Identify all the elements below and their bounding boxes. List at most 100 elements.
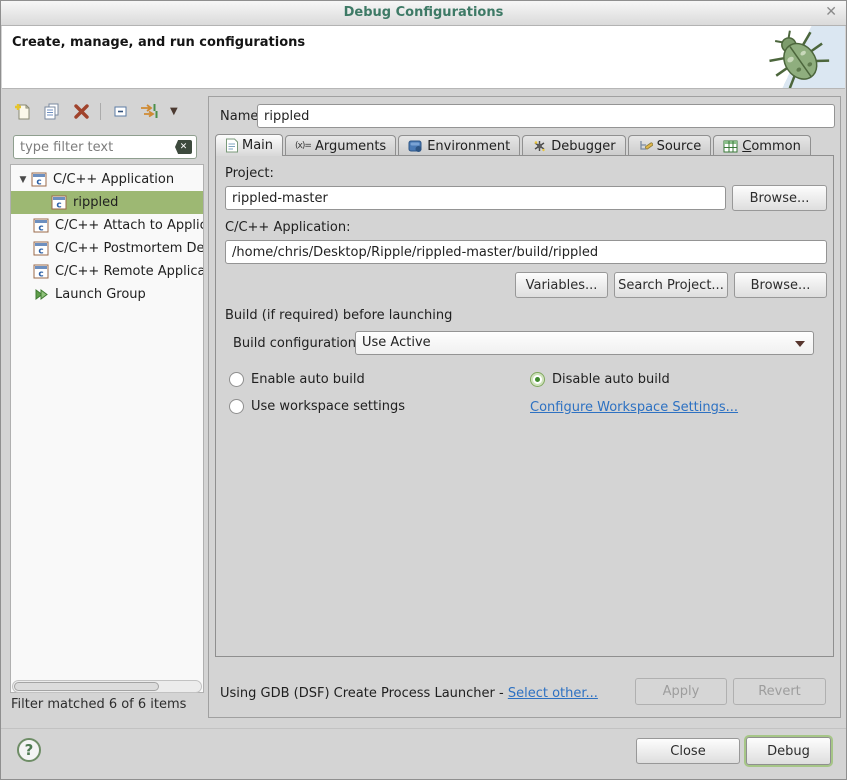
radio-icon[interactable] [229,399,244,414]
debug-bug-icon [759,28,837,88]
svg-text:c: c [36,178,41,188]
dialog-description: Create, manage, and run configurations [12,35,305,50]
scrollbar-thumb[interactable] [14,682,159,691]
project-input[interactable] [225,186,726,210]
browse-project-button[interactable]: Browse... [732,185,827,211]
dialog-header: Create, manage, and run configurations [2,26,845,89]
environment-icon [408,139,423,153]
revert-button[interactable]: Revert [733,678,826,705]
duplicate-configuration-icon[interactable] [42,101,62,121]
filter-input[interactable] [13,135,197,159]
tree-item-label: C/C++ Attach to Application [55,218,203,233]
project-label: Project: [225,166,274,181]
svg-text:c: c [38,224,43,234]
footer-divider [1,728,846,729]
radio-enable-auto-build[interactable]: Enable auto build [229,372,365,387]
launcher-info: Using GDB (DSF) Create Process Launcher … [220,686,598,701]
collapse-all-icon[interactable] [110,101,130,121]
toolbar-separator [100,103,101,120]
radio-label: Disable auto build [552,372,670,387]
tree-item-label: C/C++ Application [53,172,174,187]
build-configuration-value: Use Active [362,335,431,350]
tab-environment[interactable]: Environment [398,135,520,156]
title-bar: Debug Configurations ✕ [1,1,846,26]
new-configuration-icon[interactable] [13,101,33,121]
tab-label: Environment [427,139,510,154]
main-tab-file-icon [225,138,238,153]
c-application-icon: c [33,218,49,233]
variables-button[interactable]: Variables... [515,272,608,298]
window-title: Debug Configurations [1,1,846,25]
tree-item-cpp-postmortem[interactable]: c C/C++ Postmortem Debugger [11,237,203,260]
apply-button[interactable]: Apply [635,678,727,705]
debug-configurations-dialog: Debug Configurations ✕ Create, manage, a… [0,0,847,780]
filter-field-wrap: ✕ [13,135,197,159]
c-application-icon: c [33,264,49,279]
help-icon[interactable]: ? [17,738,41,762]
build-configuration-label: Build configuration: [233,336,360,351]
tab-bar: Main (x)= Arguments Environment [215,134,813,156]
tab-debugger[interactable]: Debugger [522,135,625,156]
arguments-icon: (x)= [295,141,311,151]
tree-item-label: C/C++ Postmortem Debugger [55,241,203,256]
radio-selected-icon[interactable] [530,372,545,387]
svg-text:c: c [38,247,43,257]
filter-configurations-icon[interactable] [139,101,159,121]
combo-dropdown-icon [795,341,805,347]
radio-disable-auto-build[interactable]: Disable auto build [530,372,670,387]
select-other-link[interactable]: Select other... [508,686,598,701]
configurations-toolbar: ▼ [13,100,180,122]
tree-item-label: rippled [73,195,118,210]
delete-configuration-icon[interactable] [71,101,91,121]
tree-item-label: C/C++ Remote Application [55,264,203,279]
tab-common[interactable]: Common [713,135,811,156]
configuration-editor-panel: Name: Main (x)= Arguments [208,96,841,718]
tab-label: Common [742,139,801,154]
launcher-text: Using GDB (DSF) Create Process Launcher … [220,686,508,701]
browse-application-button[interactable]: Browse... [734,272,827,298]
svg-text:c: c [56,201,61,211]
tab-label: Main [242,138,273,153]
debug-button[interactable]: Debug [746,737,831,765]
configurations-tree: ▼ c C/C++ Application c rippled [10,164,204,693]
debugger-icon [532,139,547,153]
svg-text:c: c [38,270,43,280]
c-application-icon: c [31,172,47,187]
source-icon [638,139,653,153]
tab-main[interactable]: Main [215,134,283,156]
build-configuration-select[interactable]: Use Active [355,331,814,355]
tree-item-cpp-remote[interactable]: c C/C++ Remote Application [11,260,203,283]
filter-clear-icon[interactable]: ✕ [175,140,192,154]
close-button[interactable]: Close [636,738,740,764]
c-application-icon: c [51,195,67,210]
common-table-icon [723,140,738,153]
build-section-label: Build (if required) before launching [225,308,452,323]
tree-item-cpp-application[interactable]: ▼ c C/C++ Application [11,168,203,191]
cpp-application-label: C/C++ Application: [225,220,350,235]
tab-label: Arguments [315,139,386,154]
tab-label: Debugger [551,139,615,154]
expander-down-icon[interactable]: ▼ [15,175,31,185]
radio-label: Enable auto build [251,372,365,387]
launch-group-icon [33,287,49,302]
search-project-button[interactable]: Search Project... [614,272,728,298]
main-tab-content: Project: Browse... C/C++ Application: Va… [215,155,834,657]
configure-workspace-settings-link[interactable]: Configure Workspace Settings... [530,400,738,415]
cpp-application-input[interactable] [225,240,827,264]
tree-item-launch-group[interactable]: Launch Group [11,283,203,306]
tree-horizontal-scrollbar[interactable] [12,680,202,693]
name-input[interactable] [257,104,835,128]
tab-source[interactable]: Source [628,135,712,156]
radio-use-workspace-settings[interactable]: Use workspace settings [229,399,405,414]
toolbar-menu-dropdown-icon[interactable]: ▼ [168,106,180,117]
radio-icon[interactable] [229,372,244,387]
radio-label: Use workspace settings [251,399,405,414]
tab-arguments[interactable]: (x)= Arguments [285,135,396,156]
window-close-icon[interactable]: ✕ [825,4,837,20]
tree-item-cpp-attach[interactable]: c C/C++ Attach to Application [11,214,203,237]
c-application-icon: c [33,241,49,256]
tree-item-rippled[interactable]: c rippled [11,191,203,214]
filter-status-text: Filter matched 6 of 6 items [11,697,186,712]
tab-label: Source [657,139,702,154]
tree-item-label: Launch Group [55,287,146,302]
